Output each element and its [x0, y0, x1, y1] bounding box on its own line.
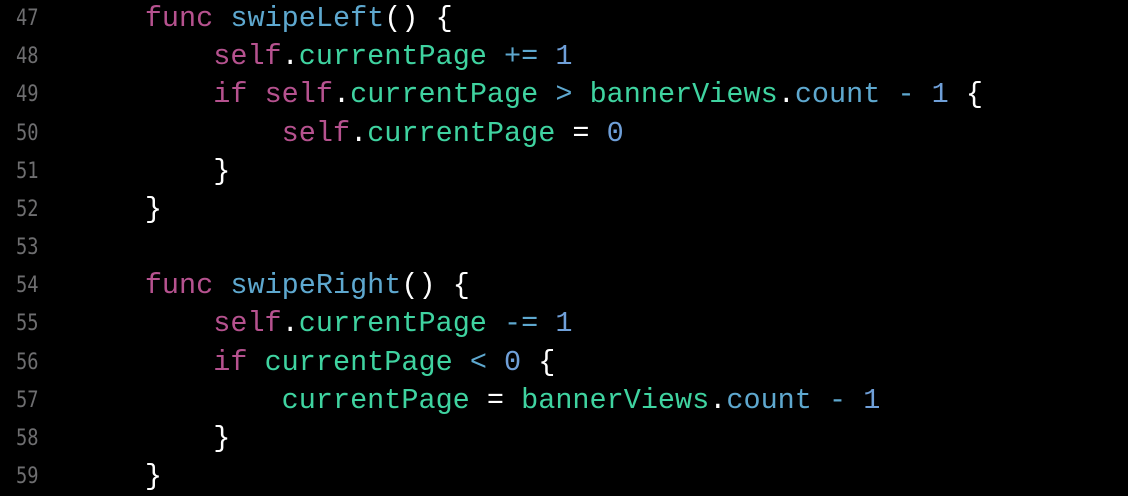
- line-number: 53: [16, 235, 39, 261]
- code-text[interactable]: func swipeRight() {: [8, 267, 470, 305]
- code-token: currentPage: [367, 116, 556, 150]
- code-token: -: [828, 383, 847, 417]
- code-line[interactable]: 55 self.currentPage -= 1: [0, 305, 1128, 343]
- code-token: () {: [384, 2, 453, 35]
- code-token: bannerViews: [521, 383, 710, 417]
- code-token: }: [8, 154, 231, 188]
- code-token: -: [897, 78, 915, 112]
- code-token: bannerViews: [589, 78, 778, 112]
- code-line[interactable]: 53: [0, 229, 1128, 267]
- code-text[interactable]: }: [8, 420, 230, 458]
- code-token: currentPage: [281, 383, 470, 417]
- code-token: swipeRight: [230, 269, 402, 303]
- code-token: self: [264, 78, 333, 112]
- code-token: .: [281, 307, 299, 341]
- code-text[interactable]: if self.currentPage > bannerViews.count …: [8, 76, 983, 114]
- code-line[interactable]: 59 }: [0, 458, 1128, 496]
- code-line[interactable]: 52 }: [0, 191, 1128, 229]
- code-line[interactable]: 56 if currentPage < 0 {: [0, 344, 1128, 382]
- code-text[interactable]: if currentPage < 0 {: [8, 344, 555, 382]
- code-text[interactable]: }: [8, 191, 162, 229]
- code-token: 0: [606, 116, 624, 150]
- code-text[interactable]: currentPage = bannerViews.count - 1: [8, 382, 881, 420]
- code-line[interactable]: 49 if self.currentPage > bannerViews.cou…: [0, 76, 1128, 114]
- code-token: if: [213, 345, 248, 379]
- code-text[interactable]: }: [8, 153, 230, 191]
- code-token: func: [144, 269, 214, 303]
- code-line[interactable]: 54 func swipeRight() {: [0, 267, 1128, 305]
- code-token: currentPage: [298, 307, 487, 341]
- code-token: -=: [504, 307, 539, 341]
- code-token: =: [469, 383, 522, 417]
- code-token: }: [8, 421, 231, 455]
- code-editor[interactable]: 47 func swipeLeft() {48 self.currentPage…: [0, 0, 1128, 494]
- code-line[interactable]: 50 self.currentPage = 0: [0, 115, 1128, 153]
- code-text[interactable]: self.currentPage += 1: [8, 38, 572, 76]
- code-text[interactable]: func swipeLeft() {: [8, 0, 453, 38]
- code-token: swipeLeft: [230, 2, 385, 35]
- code-token: currentPage: [298, 40, 487, 74]
- code-token: self: [213, 307, 282, 341]
- code-line[interactable]: 51 }: [0, 153, 1128, 191]
- code-token: self: [213, 40, 282, 74]
- code-token: {: [948, 78, 983, 112]
- code-token: <: [469, 345, 487, 379]
- code-token: 1: [555, 307, 573, 341]
- code-token: .: [350, 116, 368, 150]
- code-token: {: [521, 345, 556, 379]
- code-line[interactable]: 47 func swipeLeft() {: [0, 0, 1128, 38]
- code-text[interactable]: }: [8, 458, 162, 496]
- code-token: }: [8, 460, 162, 494]
- code-token: .: [281, 40, 299, 74]
- code-token: func: [144, 2, 214, 35]
- code-token: () {: [401, 269, 470, 303]
- code-token: if: [213, 78, 248, 112]
- code-token: .: [332, 78, 351, 112]
- code-token: >: [555, 78, 573, 112]
- code-token: .: [777, 78, 795, 112]
- code-token: currentPage: [264, 345, 453, 379]
- code-token: .: [709, 383, 727, 417]
- code-token: 0: [504, 345, 522, 379]
- code-token: self: [281, 116, 351, 150]
- code-line[interactable]: 57 currentPage = bannerViews.count - 1: [0, 382, 1128, 420]
- code-token: 1: [931, 78, 949, 112]
- code-line[interactable]: 48 self.currentPage += 1: [0, 38, 1128, 76]
- code-token: currentPage: [350, 78, 539, 112]
- code-text[interactable]: self.currentPage -= 1: [8, 305, 572, 343]
- code-token: =: [555, 116, 607, 150]
- code-token: +=: [504, 40, 539, 74]
- code-token: }: [8, 192, 162, 226]
- code-token: 1: [863, 383, 881, 417]
- code-text[interactable]: self.currentPage = 0: [8, 115, 624, 153]
- code-token: count: [726, 383, 812, 417]
- code-token: 1: [555, 40, 573, 74]
- code-line[interactable]: 58 }: [0, 420, 1128, 458]
- code-token: count: [794, 78, 881, 112]
